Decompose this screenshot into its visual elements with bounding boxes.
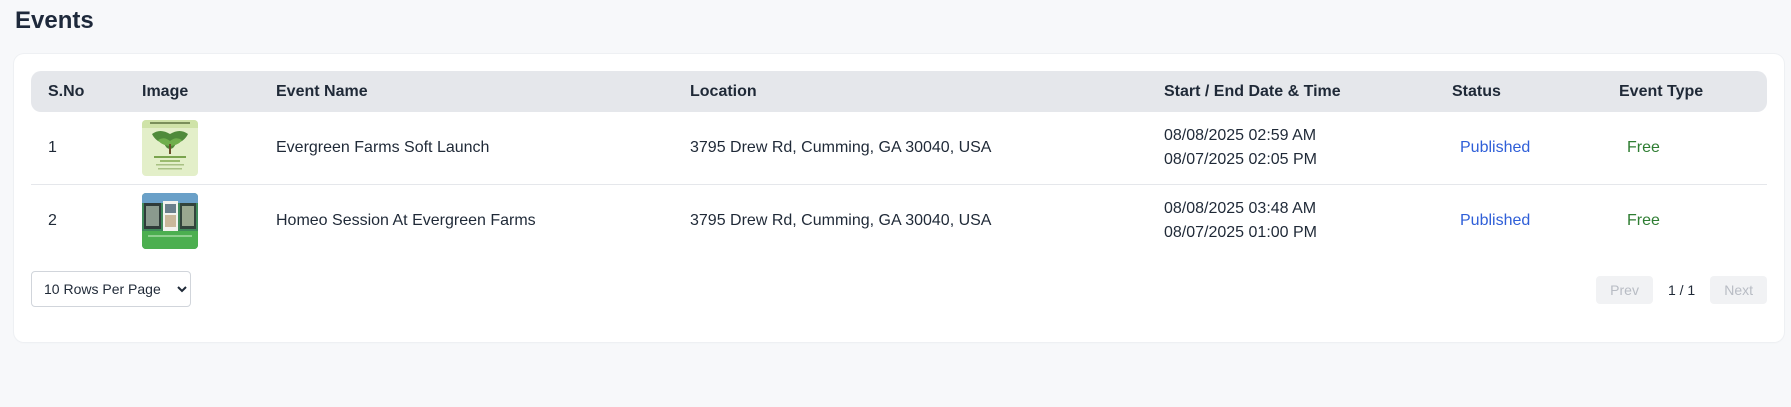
column-header-location: Location <box>690 83 757 100</box>
prev-page-button[interactable]: Prev <box>1596 276 1653 304</box>
table-row[interactable]: 2 Homeo Session At Evergreen Farms 3795 … <box>31 185 1767 257</box>
row-sno: 2 <box>48 212 57 229</box>
event-name: Evergreen Farms Soft Launch <box>276 139 490 156</box>
event-location: 3795 Drew Rd, Cumming, GA 30040, USA <box>690 212 992 229</box>
rows-per-page-select[interactable]: 10 Rows Per Page <box>31 271 191 307</box>
status-badge: Published <box>1460 212 1531 229</box>
column-header-status: Status <box>1452 83 1501 100</box>
event-type: Free <box>1627 139 1660 156</box>
table-footer: 10 Rows Per Page Prev 1 / 1 Next <box>31 271 1767 307</box>
event-end-datetime: 08/07/2025 02:05 PM <box>1164 151 1318 168</box>
event-start-datetime: 08/08/2025 03:48 AM <box>1164 200 1317 217</box>
column-header-date-time: Start / End Date & Time <box>1164 83 1341 100</box>
column-header-image: Image <box>142 83 189 100</box>
event-image[interactable] <box>142 185 198 257</box>
event-start-datetime: 08/08/2025 02:59 AM <box>1164 127 1317 144</box>
event-image[interactable] <box>142 112 198 184</box>
events-table-card: S.No Image Event Name Location Start / E… <box>14 54 1784 342</box>
event-type: Free <box>1627 212 1660 229</box>
row-sno: 1 <box>48 139 57 156</box>
event-photo-collage-thumbnail <box>142 193 198 249</box>
column-header-event-type: Event Type <box>1619 83 1704 100</box>
page-title: Events <box>15 7 94 34</box>
page-indicator: 1 / 1 <box>1667 282 1696 298</box>
column-header-event-name: Event Name <box>276 83 368 100</box>
status-badge: Published <box>1460 139 1531 156</box>
table-row[interactable]: 1 Evergreen Farms Soft Launch 3795 Drew … <box>31 112 1767 185</box>
table-header: S.No Image Event Name Location Start / E… <box>31 71 1767 112</box>
event-dates: 08/08/2025 02:59 AM 08/07/2025 02:05 PM <box>1164 112 1317 184</box>
events-table: S.No Image Event Name Location Start / E… <box>31 71 1767 257</box>
pagination: Prev 1 / 1 Next <box>1596 276 1767 304</box>
next-page-button[interactable]: Next <box>1710 276 1767 304</box>
event-flyer-thumbnail <box>142 120 198 176</box>
event-location: 3795 Drew Rd, Cumming, GA 30040, USA <box>690 139 992 156</box>
event-dates: 08/08/2025 03:48 AM 08/07/2025 01:00 PM <box>1164 185 1317 257</box>
event-name: Homeo Session At Evergreen Farms <box>276 212 536 229</box>
column-header-sno: S.No <box>48 83 85 100</box>
event-end-datetime: 08/07/2025 01:00 PM <box>1164 224 1318 241</box>
